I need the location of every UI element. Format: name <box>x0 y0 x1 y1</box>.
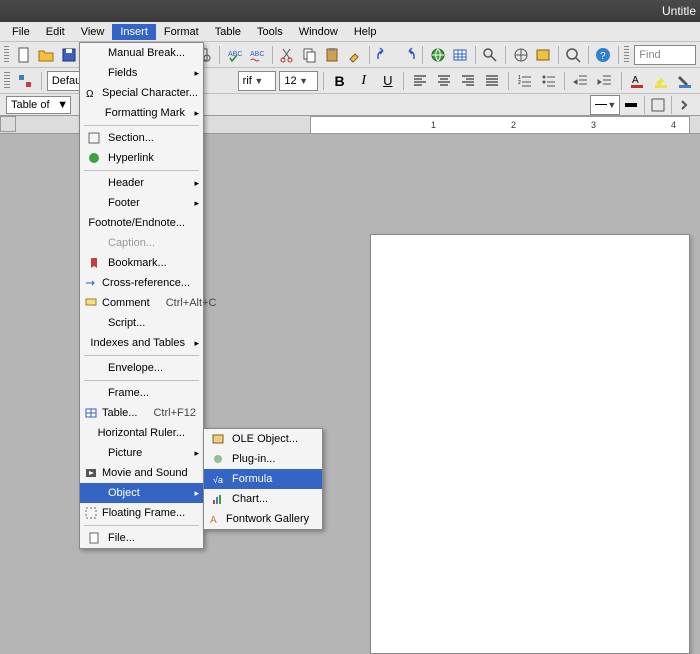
insert-file[interactable]: File... <box>80 528 203 548</box>
insert-formatting-mark[interactable]: Formatting Mark▸ <box>80 103 203 123</box>
menu-file[interactable]: File <box>4 24 38 40</box>
object-plugin[interactable]: Plug-in... <box>204 449 322 469</box>
insert-frame[interactable]: Frame... <box>80 383 203 403</box>
align-justify-button[interactable] <box>482 70 503 92</box>
svg-text:Ω: Ω <box>86 89 94 100</box>
insert-envelope[interactable]: Envelope... <box>80 358 203 378</box>
spellcheck-button[interactable]: ABC <box>225 44 244 66</box>
menu-view[interactable]: View <box>73 24 113 40</box>
ruler-corner <box>0 116 16 132</box>
more-controls-icon[interactable] <box>674 94 696 116</box>
insert-footer[interactable]: Footer▸ <box>80 193 203 213</box>
undo-button[interactable] <box>375 44 394 66</box>
svg-text:√a: √a <box>213 475 223 485</box>
svg-text:2: 2 <box>518 80 521 86</box>
autospell-button[interactable]: ABC <box>247 44 266 66</box>
insert-comment[interactable]: CommentCtrl+Alt+C <box>80 293 203 313</box>
document-page[interactable] <box>370 234 690 654</box>
italic-button[interactable]: I <box>353 70 374 92</box>
insert-indexes[interactable]: Indexes and Tables▸ <box>80 333 203 353</box>
bold-button[interactable]: B <box>329 70 350 92</box>
new-button[interactable] <box>14 44 33 66</box>
menu-table[interactable]: Table <box>207 24 249 40</box>
menu-edit[interactable]: Edit <box>38 24 73 40</box>
background-color-button[interactable] <box>675 70 696 92</box>
name-box[interactable]: Table of▼ <box>6 96 71 114</box>
insert-movie[interactable]: Movie and Sound <box>80 463 203 483</box>
bullet-list-button[interactable] <box>538 70 559 92</box>
window-title: Untitle <box>662 4 696 18</box>
navigator-button[interactable] <box>511 44 530 66</box>
insert-section[interactable]: Section... <box>80 128 203 148</box>
paste-button[interactable] <box>322 44 341 66</box>
menu-window[interactable]: Window <box>291 24 346 40</box>
align-right-button[interactable] <box>458 70 479 92</box>
find-input[interactable]: Find <box>634 45 696 65</box>
find-toolbar-grip[interactable] <box>624 46 629 64</box>
insert-fields[interactable]: Fields▸ <box>80 63 203 83</box>
numbered-list-button[interactable]: 12 <box>514 70 535 92</box>
line-style-select[interactable]: ▼ <box>590 95 620 115</box>
object-ole[interactable]: OLE Object... <box>204 429 322 449</box>
font-name-select[interactable]: rif▼ <box>238 71 277 91</box>
format-paintbrush-button[interactable] <box>345 44 364 66</box>
insert-footnote[interactable]: Footnote/Endnote... <box>80 213 203 233</box>
svg-text:A: A <box>632 75 639 86</box>
gallery-button[interactable] <box>533 44 552 66</box>
toolbar-grip[interactable] <box>4 46 9 64</box>
horizontal-ruler[interactable]: 1 2 3 4 <box>310 116 690 134</box>
object-submenu: OLE Object... Plug-in... √aFormula Chart… <box>203 428 323 530</box>
insert-bookmark[interactable]: Bookmark... <box>80 253 203 273</box>
insert-horizontal-ruler[interactable]: Horizontal Ruler... <box>80 423 203 443</box>
borders-button[interactable] <box>647 94 669 116</box>
menu-insert[interactable]: Insert <box>112 24 156 40</box>
insert-crossref[interactable]: Cross-reference... <box>80 273 203 293</box>
object-chart[interactable]: Chart... <box>204 489 322 509</box>
svg-text:ABC: ABC <box>250 51 264 58</box>
object-fontwork[interactable]: AFontwork Gallery <box>204 509 322 529</box>
find-button[interactable] <box>481 44 500 66</box>
zoom-button[interactable] <box>564 44 583 66</box>
object-formula[interactable]: √aFormula <box>204 469 322 489</box>
highlight-button[interactable] <box>651 70 672 92</box>
insert-script[interactable]: Script... <box>80 313 203 333</box>
insert-picture[interactable]: Picture▸ <box>80 443 203 463</box>
align-left-button[interactable] <box>409 70 430 92</box>
menu-tools[interactable]: Tools <box>249 24 291 40</box>
insert-table[interactable]: Table...Ctrl+F12 <box>80 403 203 423</box>
line-color-button[interactable] <box>620 94 642 116</box>
hyperlink-button[interactable] <box>428 44 447 66</box>
menu-bar: File Edit View Insert Format Table Tools… <box>0 22 700 42</box>
redo-button[interactable] <box>398 44 417 66</box>
insert-header[interactable]: Header▸ <box>80 173 203 193</box>
svg-text:?: ? <box>600 51 606 62</box>
title-bar: Untitle <box>0 0 700 22</box>
menu-help[interactable]: Help <box>346 24 385 40</box>
align-center-button[interactable] <box>434 70 455 92</box>
underline-button[interactable]: U <box>377 70 398 92</box>
toolbar-grip[interactable] <box>4 72 10 90</box>
table-button[interactable] <box>450 44 469 66</box>
insert-menu: Manual Break... Fields▸ ΩSpecial Charact… <box>79 42 204 549</box>
insert-special-character[interactable]: ΩSpecial Character... <box>80 83 203 103</box>
open-button[interactable] <box>37 44 56 66</box>
font-size-select[interactable]: 12▼ <box>279 71 318 91</box>
save-button[interactable] <box>59 44 78 66</box>
copy-button[interactable] <box>300 44 319 66</box>
font-color-button[interactable]: A <box>626 70 647 92</box>
cut-button[interactable] <box>278 44 297 66</box>
decrease-indent-button[interactable] <box>570 70 591 92</box>
insert-object[interactable]: Object▸ <box>80 483 203 503</box>
insert-caption[interactable]: Caption... <box>80 233 203 253</box>
menu-format[interactable]: Format <box>156 24 207 40</box>
styles-button[interactable] <box>15 70 36 92</box>
insert-hyperlink[interactable]: Hyperlink <box>80 148 203 168</box>
increase-indent-button[interactable] <box>594 70 615 92</box>
help-button[interactable]: ? <box>594 44 613 66</box>
svg-text:A: A <box>210 515 217 526</box>
insert-floating-frame[interactable]: Floating Frame... <box>80 503 203 523</box>
insert-manual-break[interactable]: Manual Break... <box>80 43 203 63</box>
